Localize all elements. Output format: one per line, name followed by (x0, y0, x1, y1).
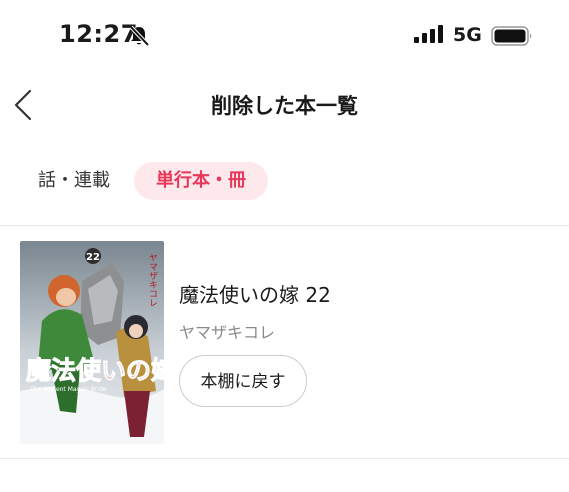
tab-series[interactable]: 話・連載 (38, 162, 110, 200)
svg-text:The Ancient Magus' Bride: The Ancient Magus' Bride (29, 386, 107, 393)
divider (0, 458, 569, 459)
book-cover[interactable]: 22 ヤマザキコレ 魔法使いの嫁 The Ancient Magus' Brid… (20, 241, 164, 444)
network-type: 5G (453, 24, 482, 46)
book-cover-image: 22 ヤマザキコレ 魔法使いの嫁 The Ancient Magus' Brid… (20, 241, 164, 444)
book-title[interactable]: 魔法使いの嫁 22 (179, 279, 331, 308)
book-author: ヤマザキコレ (179, 323, 276, 342)
battery-icon (491, 26, 532, 46)
status-bar: 12:27 5G (0, 0, 569, 70)
page-title: 削除した本一覧 (211, 94, 358, 118)
svg-text:22: 22 (86, 252, 100, 263)
signal-icon (414, 25, 443, 43)
bell-slash-icon (129, 25, 150, 47)
svg-text:ヤマザキコレ: ヤマザキコレ (147, 253, 158, 307)
tab-volumes[interactable]: 単行本・冊 (134, 162, 268, 200)
svg-text:魔法使いの嫁: 魔法使いの嫁 (26, 356, 164, 385)
return-to-bookshelf-button[interactable]: 本棚に戻す (179, 355, 307, 407)
status-time: 12:27 (59, 20, 138, 48)
